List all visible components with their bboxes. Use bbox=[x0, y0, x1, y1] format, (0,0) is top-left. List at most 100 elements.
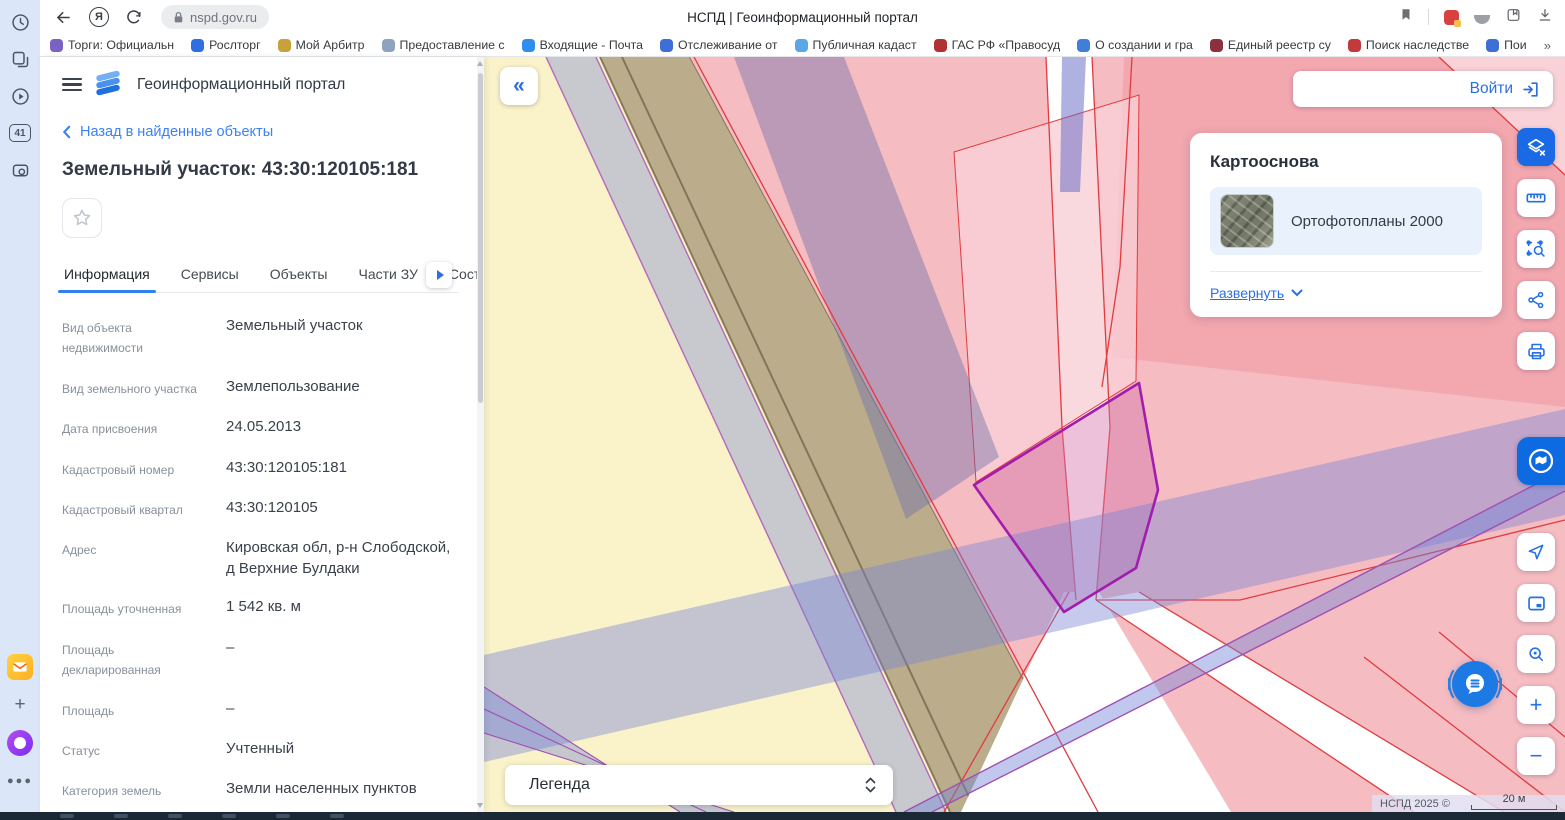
history-icon[interactable] bbox=[8, 10, 32, 34]
attribution-text: НСПД 2025 © bbox=[1380, 798, 1450, 810]
bookmark-item[interactable]: Предоставление с bbox=[381, 38, 505, 52]
bookmark-label: Торги: Официальн bbox=[68, 38, 175, 52]
bookmark-item[interactable]: Поиск индекса — bbox=[1486, 38, 1527, 52]
basemap-card: Картооснова Ортофотопланы 2000 Развернут… bbox=[1190, 133, 1502, 317]
search-location-button[interactable] bbox=[1517, 635, 1555, 673]
extension-icon[interactable] bbox=[1444, 9, 1461, 27]
mini-map-button[interactable] bbox=[1517, 584, 1555, 622]
field-label: Площадь уточненная bbox=[62, 602, 182, 617]
panel-scrollbar[interactable] bbox=[477, 57, 484, 812]
back-to-results-link[interactable]: Назад в найденные объекты bbox=[62, 124, 458, 140]
zoom-out-button[interactable]: − bbox=[1517, 737, 1555, 775]
panel-tabs: Информация Сервисы Объекты Части ЗУ Сост… bbox=[58, 258, 484, 293]
tab-information[interactable]: Информация bbox=[58, 258, 156, 293]
back-icon[interactable] bbox=[54, 8, 73, 27]
alice-assistant-icon[interactable] bbox=[7, 730, 33, 756]
map-area[interactable]: « Войти Картооснова Ортофотопланы 2000 Р… bbox=[484, 57, 1565, 812]
bookmark-label: Публичная кадаст bbox=[812, 38, 917, 52]
tabs-list: Информация Сервисы Объекты Части ЗУ Сост… bbox=[58, 258, 484, 293]
bookmark-favicon bbox=[794, 38, 808, 52]
panels-icon[interactable] bbox=[8, 47, 32, 71]
favorite-star-button[interactable] bbox=[62, 198, 102, 238]
screenshot-icon[interactable] bbox=[8, 158, 32, 182]
scale-label: 20 м bbox=[1502, 793, 1526, 805]
tab-1[interactable]: Сервисы bbox=[179, 258, 241, 292]
scroll-up-arrow[interactable] bbox=[477, 61, 483, 66]
orthophoto-thumbnail bbox=[1220, 194, 1274, 248]
basemap-layer-row[interactable]: Ортофотопланы 2000 bbox=[1210, 187, 1482, 255]
tab-counter-badge[interactable]: 41 bbox=[8, 121, 32, 145]
tabs-scroll-right-button[interactable] bbox=[426, 262, 452, 288]
bookmark-favicon bbox=[381, 38, 395, 52]
divider bbox=[1428, 9, 1429, 25]
basemap-title: Картооснова bbox=[1210, 152, 1319, 171]
bookmark-label: Предоставление с bbox=[399, 38, 505, 52]
bookmarks-bar: Торги: Официальн Рослторг Мой Арбитр Пре… bbox=[40, 34, 1565, 57]
chat-bubble-icon[interactable] bbox=[1452, 661, 1498, 707]
yandex-mail-icon[interactable] bbox=[7, 654, 33, 680]
collections-icon[interactable] bbox=[1505, 7, 1522, 28]
bookmark-item[interactable]: Входящие - Почта bbox=[521, 38, 643, 52]
nspd-assistant-button[interactable] bbox=[1517, 437, 1565, 485]
tab-2[interactable]: Объекты bbox=[268, 258, 330, 292]
bookmark-item[interactable]: Поиск наследстве bbox=[1347, 38, 1469, 52]
tab-3[interactable]: Части ЗУ bbox=[356, 258, 419, 292]
bookmark-item[interactable]: Рослторг bbox=[191, 38, 261, 52]
login-button[interactable]: Войти bbox=[1293, 71, 1553, 107]
expand-link[interactable]: Развернуть bbox=[1210, 285, 1482, 301]
chevron-left-icon bbox=[62, 125, 71, 139]
chevron-down-icon bbox=[1291, 289, 1303, 297]
tab-count: 41 bbox=[9, 124, 31, 142]
bookmarks-overflow-chevron[interactable]: » bbox=[1544, 38, 1555, 53]
bookmark-item[interactable]: О создании и гра bbox=[1077, 38, 1193, 52]
bookmark-flag-icon[interactable] bbox=[1399, 7, 1413, 27]
field-value: 24.05.2013 bbox=[226, 418, 302, 436]
bookmark-item[interactable]: Торги: Официальн bbox=[50, 38, 174, 52]
area-search-button[interactable] bbox=[1517, 230, 1555, 268]
chat-widget[interactable] bbox=[1448, 657, 1502, 711]
share-icon bbox=[1528, 291, 1544, 309]
url-text: nspd.gov.ru bbox=[190, 9, 257, 25]
scroll-down-arrow[interactable] bbox=[477, 803, 483, 808]
measure-button[interactable] bbox=[1517, 179, 1555, 217]
bookmark-favicon bbox=[1486, 38, 1500, 52]
bookmark-label: Поиск индекса — bbox=[1504, 38, 1527, 52]
page-tab-title[interactable]: НСПД | Геоинформационный портал bbox=[687, 10, 918, 25]
field-value: Кировская обл, р-н Слободской, д Верхние… bbox=[226, 539, 451, 578]
field-value: Земельный участок bbox=[226, 317, 363, 334]
zoom-in-button[interactable]: + bbox=[1517, 686, 1555, 724]
field-value: – bbox=[226, 638, 235, 656]
print-button[interactable] bbox=[1517, 332, 1555, 370]
legend-label: Легенда bbox=[529, 776, 590, 793]
chevron-right-icon bbox=[436, 270, 444, 280]
share-button[interactable] bbox=[1517, 281, 1555, 319]
browser-window: 41 + ●●● Я nspd.gov.ru НСПД | Геоинформа… bbox=[0, 0, 1565, 812]
more-options-icon[interactable]: ●●● bbox=[7, 769, 32, 793]
field-label: Категория земель bbox=[62, 784, 162, 799]
menu-hamburger-icon[interactable] bbox=[62, 74, 82, 95]
bookmark-item[interactable]: Отслеживание от bbox=[659, 38, 778, 52]
legend-expand-icon[interactable] bbox=[864, 776, 877, 794]
field-value: – bbox=[226, 699, 235, 717]
clear-layers-button[interactable] bbox=[1517, 128, 1555, 166]
add-panel-icon[interactable]: + bbox=[8, 693, 32, 717]
folded-map-icon bbox=[1528, 448, 1554, 474]
bookmark-item[interactable]: Публичная кадаст bbox=[794, 38, 917, 52]
downloads-icon[interactable] bbox=[1537, 7, 1553, 28]
locate-button[interactable] bbox=[1517, 533, 1555, 571]
panel-collapse-button[interactable]: « bbox=[500, 67, 538, 105]
address-bar[interactable]: nspd.gov.ru bbox=[161, 5, 269, 29]
legend-bar[interactable]: Легенда bbox=[505, 765, 893, 805]
bookmark-label: Мой Арбитр bbox=[295, 38, 365, 52]
field-row: Вид объекта недвижимости Земельный участ… bbox=[62, 315, 458, 359]
bookmark-item[interactable]: ГАС РФ «Правосуд bbox=[933, 38, 1060, 52]
reload-icon[interactable] bbox=[125, 8, 143, 26]
yandex-home-icon[interactable]: Я bbox=[89, 7, 109, 27]
scrollbar-thumb[interactable] bbox=[478, 73, 483, 403]
bookmark-item[interactable]: Единый реестр су bbox=[1209, 38, 1331, 52]
video-icon[interactable] bbox=[8, 84, 32, 108]
profile-avatar-icon[interactable] bbox=[1474, 15, 1490, 24]
geoportal-logo bbox=[95, 70, 123, 98]
field-value: 43:30:120105:181 bbox=[226, 458, 347, 476]
bookmark-item[interactable]: Мой Арбитр bbox=[277, 38, 365, 52]
